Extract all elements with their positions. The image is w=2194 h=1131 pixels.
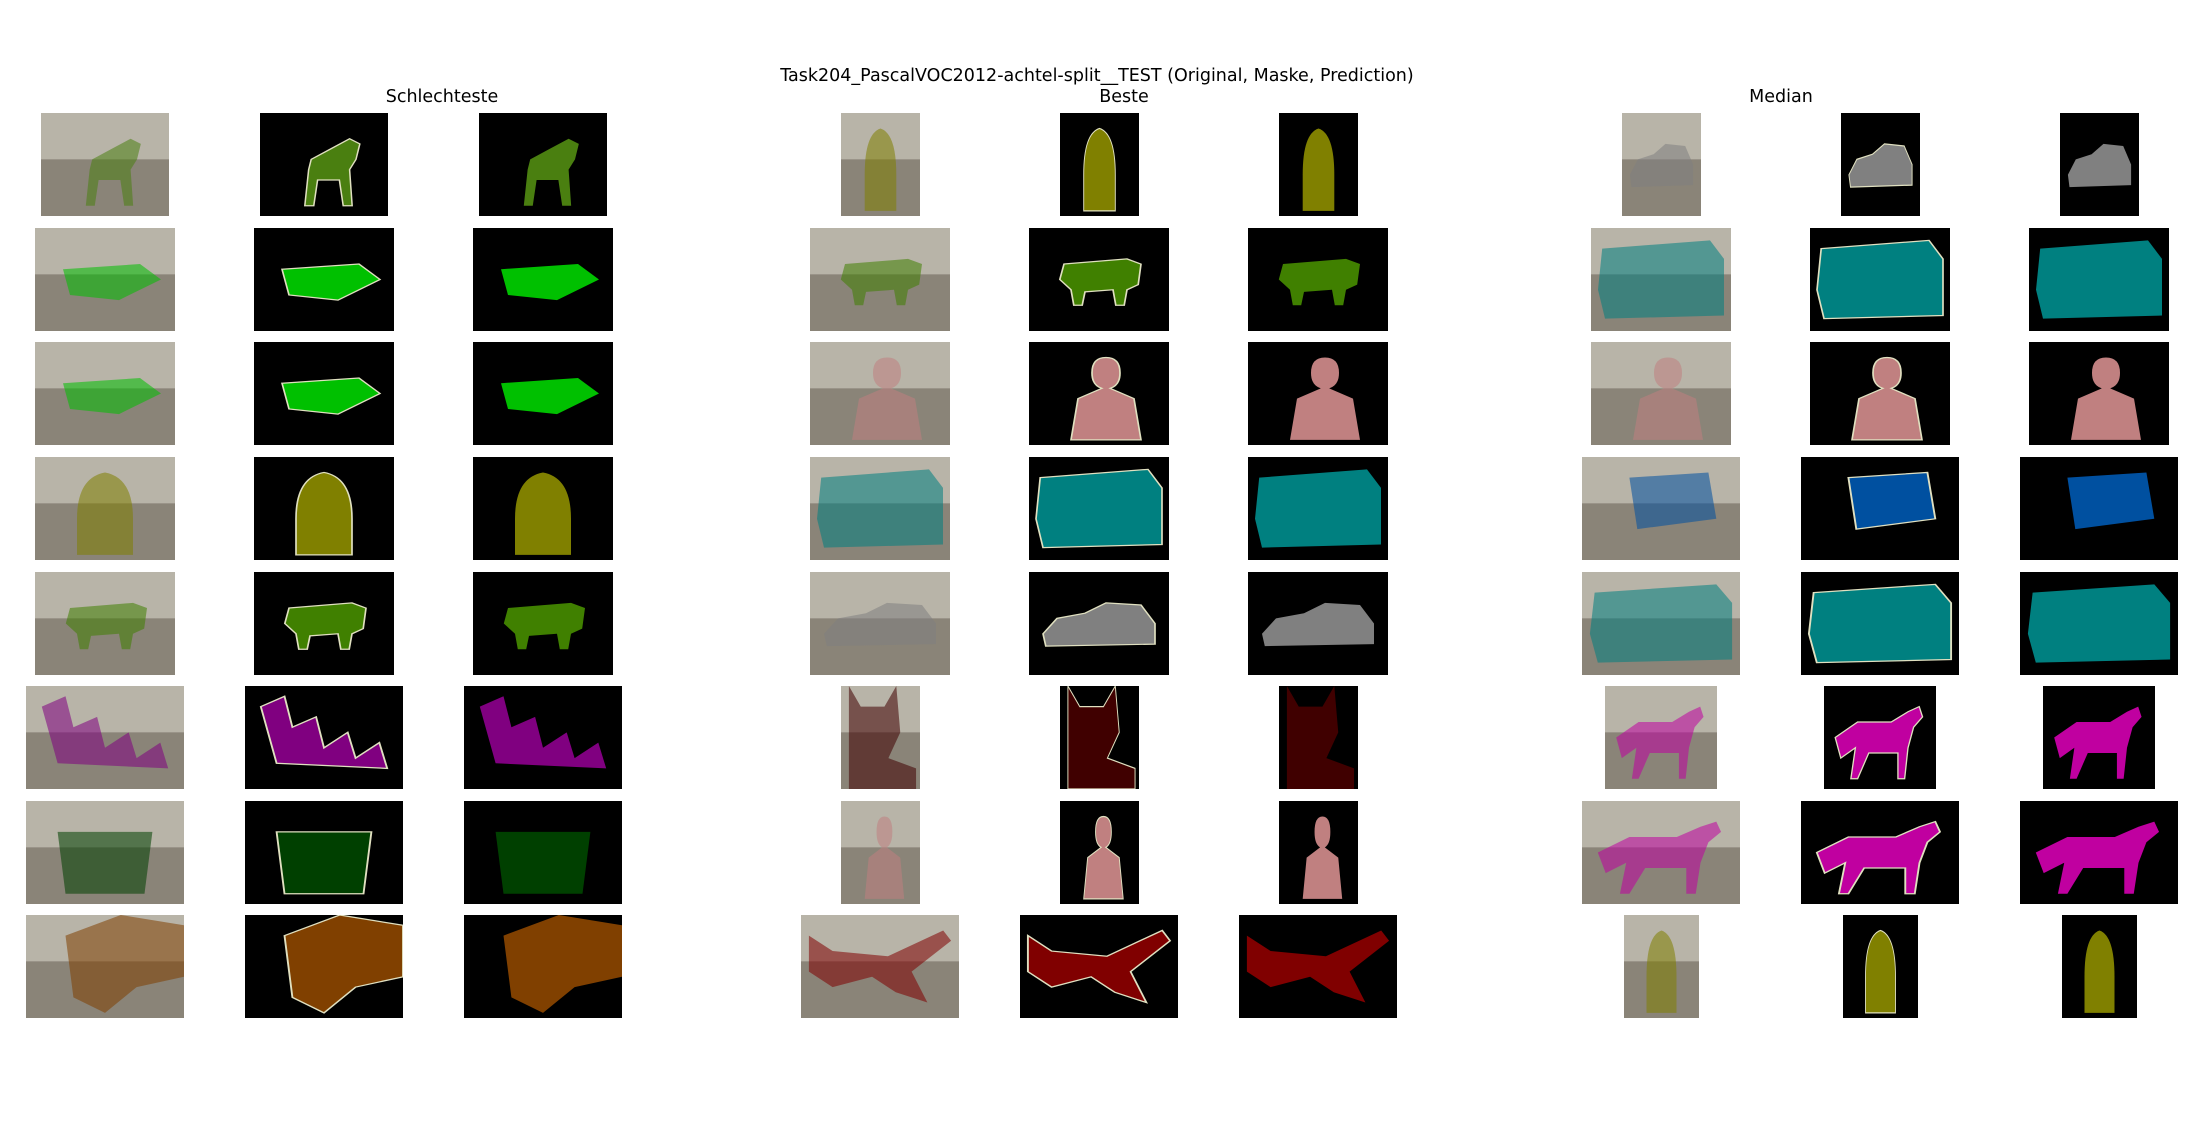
median-row-6-prediction-image [2043,686,2155,789]
schlechteste-row-2-original-image [35,228,175,331]
schlechteste-row-4-prediction-image [473,457,613,560]
schlechteste-row-8-mask-image [245,915,403,1018]
beste-row-4-prediction-image [1248,457,1388,560]
group-title-beste: Beste [1099,87,1149,107]
median-row-1-mask-image [1840,113,1920,216]
beste-row-3-prediction-image [1248,342,1388,445]
schlechteste-row-3-original-image [35,342,175,445]
median-row-6-mask-image [1824,686,1936,789]
median-row-5-original-image [1582,572,1740,675]
schlechteste-row-8-prediction-image [464,915,622,1018]
median-row-8-original-image [1623,915,1699,1018]
schlechteste-row-2-mask-image [254,228,394,331]
beste-row-8-original-image [801,915,959,1018]
beste-row-1-prediction-image [1278,113,1358,216]
beste-row-1-mask-image [1059,113,1139,216]
median-row-7-mask-image [1801,801,1959,904]
median-row-7-prediction-image [2020,801,2178,904]
median-row-6-original-image [1605,686,1717,789]
schlechteste-row-7-prediction-image [464,801,622,904]
schlechteste-row-1-original-image [41,113,169,216]
median-row-4-mask-image [1801,457,1959,560]
beste-row-2-mask-image [1029,228,1169,331]
beste-row-3-mask-image [1029,342,1169,445]
median-row-7-original-image [1582,801,1740,904]
beste-row-8-mask-image [1020,915,1178,1018]
beste-row-6-prediction-image [1278,686,1358,789]
beste-row-4-original-image [810,457,950,560]
median-row-1-prediction-image [2059,113,2139,216]
beste-row-2-prediction-image [1248,228,1388,331]
median-row-3-original-image [1591,342,1731,445]
schlechteste-row-3-prediction-image [473,342,613,445]
schlechteste-row-2-prediction-image [473,228,613,331]
schlechteste-row-5-original-image [35,572,175,675]
schlechteste-row-7-mask-image [245,801,403,904]
beste-row-3-original-image [810,342,950,445]
figure-title: Task204_PascalVOC2012-achtel-split__TEST… [780,66,1414,86]
median-row-5-mask-image [1801,572,1959,675]
median-row-2-original-image [1591,228,1731,331]
beste-row-7-prediction-image [1278,801,1358,904]
schlechteste-row-5-prediction-image [473,572,613,675]
schlechteste-row-6-original-image [26,686,184,789]
beste-row-7-original-image [840,801,920,904]
beste-row-7-mask-image [1059,801,1139,904]
beste-row-1-original-image [840,113,920,216]
median-row-8-mask-image [1842,915,1918,1018]
schlechteste-row-6-mask-image [245,686,403,789]
median-row-8-prediction-image [2061,915,2137,1018]
schlechteste-row-1-prediction-image [479,113,607,216]
median-row-3-mask-image [1810,342,1950,445]
group-title-schlechteste: Schlechteste [385,87,499,107]
median-row-2-prediction-image [2029,228,2169,331]
schlechteste-row-3-mask-image [254,342,394,445]
beste-row-6-mask-image [1059,686,1139,789]
schlechteste-row-1-mask-image [260,113,388,216]
group-title-median: Median [1749,87,1813,107]
beste-row-5-mask-image [1029,572,1169,675]
beste-row-6-original-image [840,686,920,789]
beste-row-5-original-image [810,572,950,675]
median-row-4-original-image [1582,457,1740,560]
beste-row-8-prediction-image [1239,915,1397,1018]
schlechteste-row-5-mask-image [254,572,394,675]
schlechteste-row-4-mask-image [254,457,394,560]
beste-row-2-original-image [810,228,950,331]
median-row-4-prediction-image [2020,457,2178,560]
median-row-2-mask-image [1810,228,1950,331]
schlechteste-row-4-original-image [35,457,175,560]
schlechteste-row-6-prediction-image [464,686,622,789]
median-row-3-prediction-image [2029,342,2169,445]
median-row-5-prediction-image [2020,572,2178,675]
schlechteste-row-8-original-image [26,915,184,1018]
schlechteste-row-7-original-image [26,801,184,904]
beste-row-4-mask-image [1029,457,1169,560]
median-row-1-original-image [1621,113,1701,216]
beste-row-5-prediction-image [1248,572,1388,675]
